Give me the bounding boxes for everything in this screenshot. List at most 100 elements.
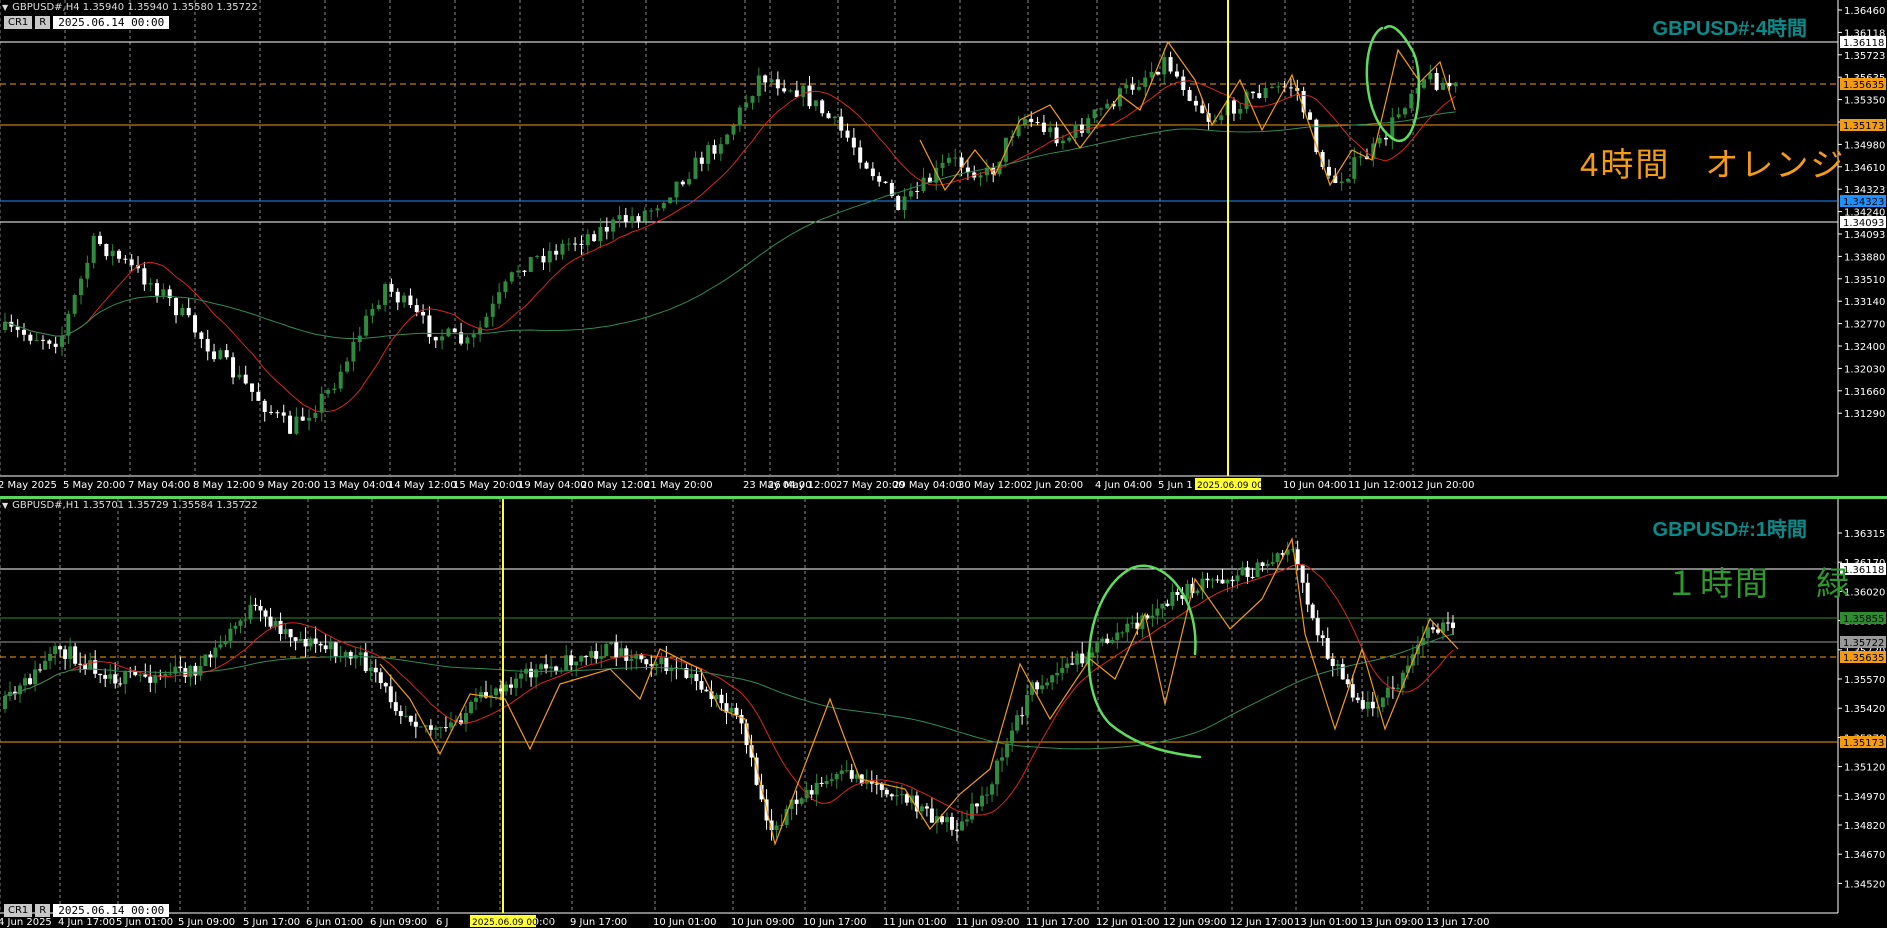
candle-body bbox=[985, 794, 990, 796]
candle-body bbox=[940, 162, 945, 168]
candle-body bbox=[879, 783, 884, 790]
date-box[interactable]: 2025.06.14 00:00 bbox=[53, 16, 170, 29]
candle-body bbox=[1149, 71, 1154, 78]
cr1-button[interactable]: CR1 bbox=[4, 904, 33, 917]
level-label: 1.35173 bbox=[1843, 738, 1884, 749]
candle-body bbox=[794, 90, 799, 97]
time-label: 12 Jun 01:00 bbox=[1096, 917, 1160, 928]
candle-body bbox=[155, 283, 160, 296]
candle-body bbox=[737, 107, 742, 126]
candle-body bbox=[383, 284, 388, 305]
candle-body bbox=[188, 665, 193, 677]
candle-body bbox=[1339, 181, 1344, 183]
candle-body bbox=[554, 250, 559, 255]
candle-body bbox=[584, 655, 589, 657]
candle-body bbox=[699, 157, 704, 164]
time-label: 5 May 20:00 bbox=[63, 480, 125, 491]
candle-body bbox=[388, 686, 393, 703]
candle-body bbox=[351, 341, 356, 362]
candle-body bbox=[1435, 629, 1440, 633]
candle-body bbox=[851, 137, 856, 148]
candle-body bbox=[333, 642, 338, 657]
candle-body bbox=[1450, 622, 1455, 628]
candle-body bbox=[1300, 564, 1305, 583]
candle-body bbox=[268, 616, 273, 627]
level-label: 1.36118 bbox=[1843, 38, 1884, 49]
candle-body bbox=[794, 799, 799, 804]
candle-body bbox=[534, 669, 539, 678]
candle-body bbox=[1115, 632, 1120, 641]
price-label: 1.35350 bbox=[1844, 96, 1885, 107]
h1-symbol-title: GBPUSD#:1時間 bbox=[1652, 519, 1807, 541]
h1-chart-panel[interactable]: 4 Jun 2025 4 Jun 17:00 5 Jun 01:00 5 Jun 09… bbox=[0, 496, 1887, 928]
candle-body bbox=[731, 125, 736, 135]
candle-body bbox=[1260, 562, 1265, 566]
time-label: 6 Jun 01:00 bbox=[306, 917, 363, 928]
candle-body bbox=[142, 268, 147, 285]
candle-body bbox=[180, 307, 185, 316]
candle-body bbox=[929, 808, 934, 823]
h1-chart-canvas[interactable]: 4 Jun 2025 4 Jun 17:00 5 Jun 01:00 5 Jun 09… bbox=[0, 499, 1887, 928]
date-box[interactable]: 2025.06.14 00:00 bbox=[53, 904, 170, 917]
candle-body bbox=[1124, 84, 1129, 89]
candle-body bbox=[1235, 575, 1240, 582]
candle-body bbox=[1220, 579, 1225, 584]
candle-body bbox=[224, 350, 229, 358]
candle-body bbox=[283, 629, 288, 635]
candle-body bbox=[1041, 122, 1046, 132]
candle-body bbox=[820, 100, 825, 114]
candle-body bbox=[1060, 140, 1065, 144]
candle-body bbox=[1155, 608, 1160, 616]
candle-body bbox=[801, 85, 806, 97]
candle-body bbox=[592, 234, 597, 242]
candle-body bbox=[964, 819, 969, 822]
candle-body bbox=[687, 178, 692, 185]
candle-body bbox=[953, 157, 958, 159]
candle-body bbox=[288, 629, 293, 638]
candle-body bbox=[884, 789, 889, 795]
candle-body bbox=[373, 667, 378, 673]
candle-body bbox=[393, 702, 398, 712]
candle-body bbox=[233, 625, 238, 629]
ma-green-line bbox=[4, 111, 1456, 340]
candle-body bbox=[529, 668, 534, 678]
candle-body bbox=[418, 726, 423, 728]
candle-body bbox=[1005, 743, 1010, 758]
candle-body bbox=[63, 649, 68, 659]
candle-body bbox=[446, 328, 451, 337]
candle-body bbox=[549, 666, 554, 669]
time-label: 5 Jun 1 bbox=[1158, 480, 1193, 491]
ma-red-line bbox=[4, 80, 1456, 413]
candle-body bbox=[1079, 124, 1084, 133]
h4-chart-panel[interactable]: 2 May 2025 5 May 20:00 7 May 04:00 8 May 12… bbox=[0, 0, 1887, 496]
candle-body bbox=[1048, 127, 1053, 132]
candle-body bbox=[1040, 685, 1045, 690]
r-button[interactable]: R bbox=[35, 904, 51, 917]
time-label: 10 Jun 04:00 bbox=[1283, 480, 1347, 491]
candle-body bbox=[28, 678, 33, 685]
candle-body bbox=[198, 665, 203, 676]
collapse-triangle-icon[interactable]: ▼ bbox=[2, 3, 8, 12]
candle-body bbox=[598, 226, 603, 242]
h4-chart-canvas[interactable]: 2 May 2025 5 May 20:00 7 May 04:00 8 May 12… bbox=[0, 0, 1887, 496]
candle-body bbox=[1434, 73, 1439, 90]
candle-body bbox=[1000, 757, 1005, 761]
r-button[interactable]: R bbox=[35, 16, 51, 29]
candle-body bbox=[1045, 682, 1050, 686]
candle-body bbox=[579, 655, 584, 662]
collapse-triangle-icon[interactable]: ▼ bbox=[2, 501, 8, 510]
candle-body bbox=[338, 371, 343, 389]
candle-body bbox=[212, 351, 217, 360]
cr1-button[interactable]: CR1 bbox=[4, 16, 33, 29]
candle-body bbox=[108, 674, 113, 679]
candle-body bbox=[153, 675, 158, 683]
candle-body bbox=[1193, 100, 1198, 106]
candle-body bbox=[237, 374, 242, 378]
candle-body bbox=[205, 338, 210, 352]
candle-body bbox=[649, 664, 654, 666]
candle-body bbox=[629, 658, 634, 661]
time-label: 6 J bbox=[436, 917, 449, 928]
candle-body bbox=[1100, 638, 1105, 642]
candle-body bbox=[845, 130, 850, 138]
candle-body bbox=[1219, 115, 1224, 121]
